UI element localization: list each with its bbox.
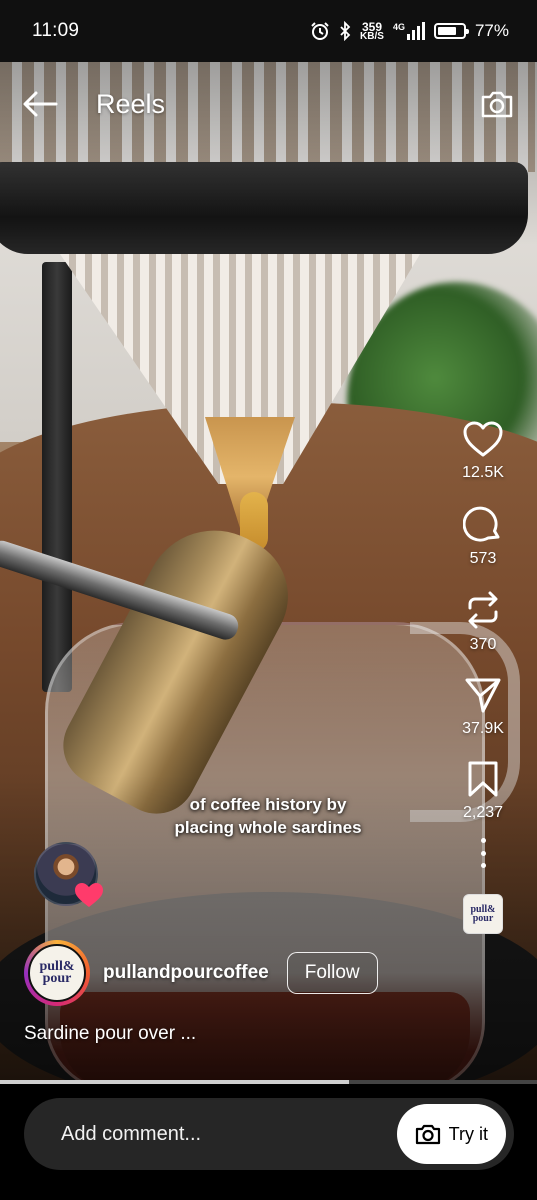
- arrow-left-icon[interactable]: [20, 84, 60, 124]
- save-button[interactable]: 2,237: [463, 760, 503, 824]
- comment-button[interactable]: 573: [463, 504, 503, 570]
- author-username[interactable]: pullandpourcoffee: [103, 962, 269, 984]
- author-logo: pull& pour: [28, 944, 86, 1002]
- comment-input[interactable]: Add comment... Try it: [24, 1098, 514, 1170]
- speed-unit: KB/S: [360, 30, 384, 42]
- alarm-icon: [311, 22, 329, 40]
- video-progress-bar[interactable]: [0, 1080, 537, 1084]
- battery-fill: [437, 27, 457, 35]
- comment-count: 573: [469, 550, 497, 567]
- author-row: pull& pour pullandpourcoffee Follow: [24, 940, 417, 1006]
- share-button[interactable]: 37.9K: [462, 676, 504, 740]
- caption-line-1: of coffee history by: [189, 795, 347, 814]
- status-bar: 11:09 359 KB/S 4G 77%: [0, 0, 537, 62]
- battery-icon: [433, 23, 469, 39]
- more-options-icon[interactable]: [480, 838, 486, 868]
- camera-icon: [415, 1124, 440, 1145]
- audio-logo-line2: pour: [472, 913, 494, 924]
- save-count: 2,237: [462, 804, 504, 821]
- cell-signal-icon: 4G: [393, 22, 425, 40]
- camera-icon[interactable]: [477, 84, 517, 124]
- network-speed: 359 KB/S: [360, 21, 384, 42]
- video-caption: of coffee history by placing whole sardi…: [150, 793, 386, 839]
- status-time: 11:09: [32, 20, 80, 41]
- repost-icon: [468, 591, 498, 629]
- comment-icon: [463, 506, 500, 542]
- follow-button[interactable]: Follow: [286, 952, 378, 994]
- comment-placeholder: Add comment...: [61, 1122, 202, 1145]
- caption-line-2: placing whole sardines: [174, 818, 362, 837]
- try-it-label: Try it: [448, 1123, 488, 1144]
- author-avatar[interactable]: pull& pour: [24, 940, 90, 1006]
- heart-badge-icon: [75, 883, 103, 907]
- status-icons: 359 KB/S 4G 77%: [310, 21, 509, 41]
- battery-percent: 77%: [474, 21, 509, 40]
- try-it-button[interactable]: Try it: [396, 1104, 506, 1164]
- like-button[interactable]: 12.5K: [462, 420, 504, 484]
- reels-header: Reels: [0, 62, 537, 146]
- audio-logo: pull& pour: [470, 905, 495, 924]
- page-title: Reels: [96, 88, 166, 119]
- repost-button[interactable]: 370: [464, 590, 502, 656]
- video-progress-fill: [0, 1080, 350, 1084]
- repost-count: 370: [469, 636, 497, 653]
- network-type: 4G: [392, 22, 405, 32]
- bookmark-icon: [468, 761, 498, 797]
- share-count: 37.9K: [462, 720, 504, 737]
- reel-description[interactable]: Sardine pour over ...: [24, 1023, 196, 1045]
- audio-track-thumbnail[interactable]: pull& pour: [463, 894, 503, 934]
- like-count: 12.5K: [462, 464, 504, 481]
- bluetooth-icon: [340, 21, 351, 41]
- action-rail: 12.5K 573 370 37.9K 2,237 pull& pour: [447, 420, 519, 934]
- send-icon: [465, 678, 501, 713]
- heart-icon: [463, 421, 503, 457]
- logo-line-2: pour: [42, 971, 72, 986]
- bottom-bar: Add comment... Try it: [0, 1084, 537, 1200]
